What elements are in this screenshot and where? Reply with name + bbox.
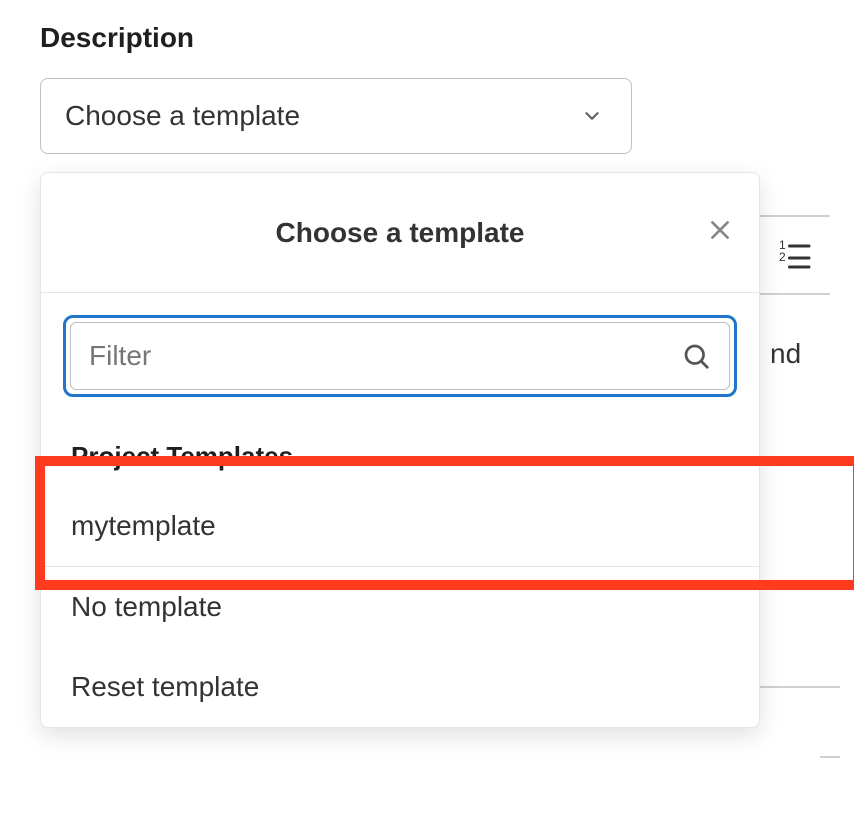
no-template-option[interactable]: No template (41, 567, 759, 647)
group-label-project-templates: Project Templates (41, 419, 759, 486)
reset-template-option[interactable]: Reset template (41, 647, 759, 727)
close-icon (707, 217, 733, 248)
template-select-trigger[interactable]: Choose a template (40, 78, 632, 154)
search-icon (681, 341, 711, 371)
background-divider (760, 686, 840, 688)
dropdown-header: Choose a template (41, 173, 759, 293)
dropdown-title: Choose a template (276, 217, 525, 249)
filter-field[interactable] (70, 322, 730, 390)
chevron-down-icon (581, 105, 603, 127)
filter-focus-ring (63, 315, 737, 397)
filter-container (41, 293, 759, 419)
ordered-list-icon[interactable]: 1 2 (776, 237, 812, 273)
section-label-description: Description (40, 22, 830, 54)
svg-text:2: 2 (779, 250, 786, 264)
template-option[interactable]: mytemplate (41, 486, 759, 566)
filter-input[interactable] (89, 340, 669, 372)
background-divider (820, 756, 840, 758)
obscured-text: nd (770, 338, 801, 370)
template-dropdown-panel: Choose a template Projec (40, 172, 760, 728)
template-select-value: Choose a template (65, 100, 300, 132)
close-button[interactable] (701, 214, 739, 252)
